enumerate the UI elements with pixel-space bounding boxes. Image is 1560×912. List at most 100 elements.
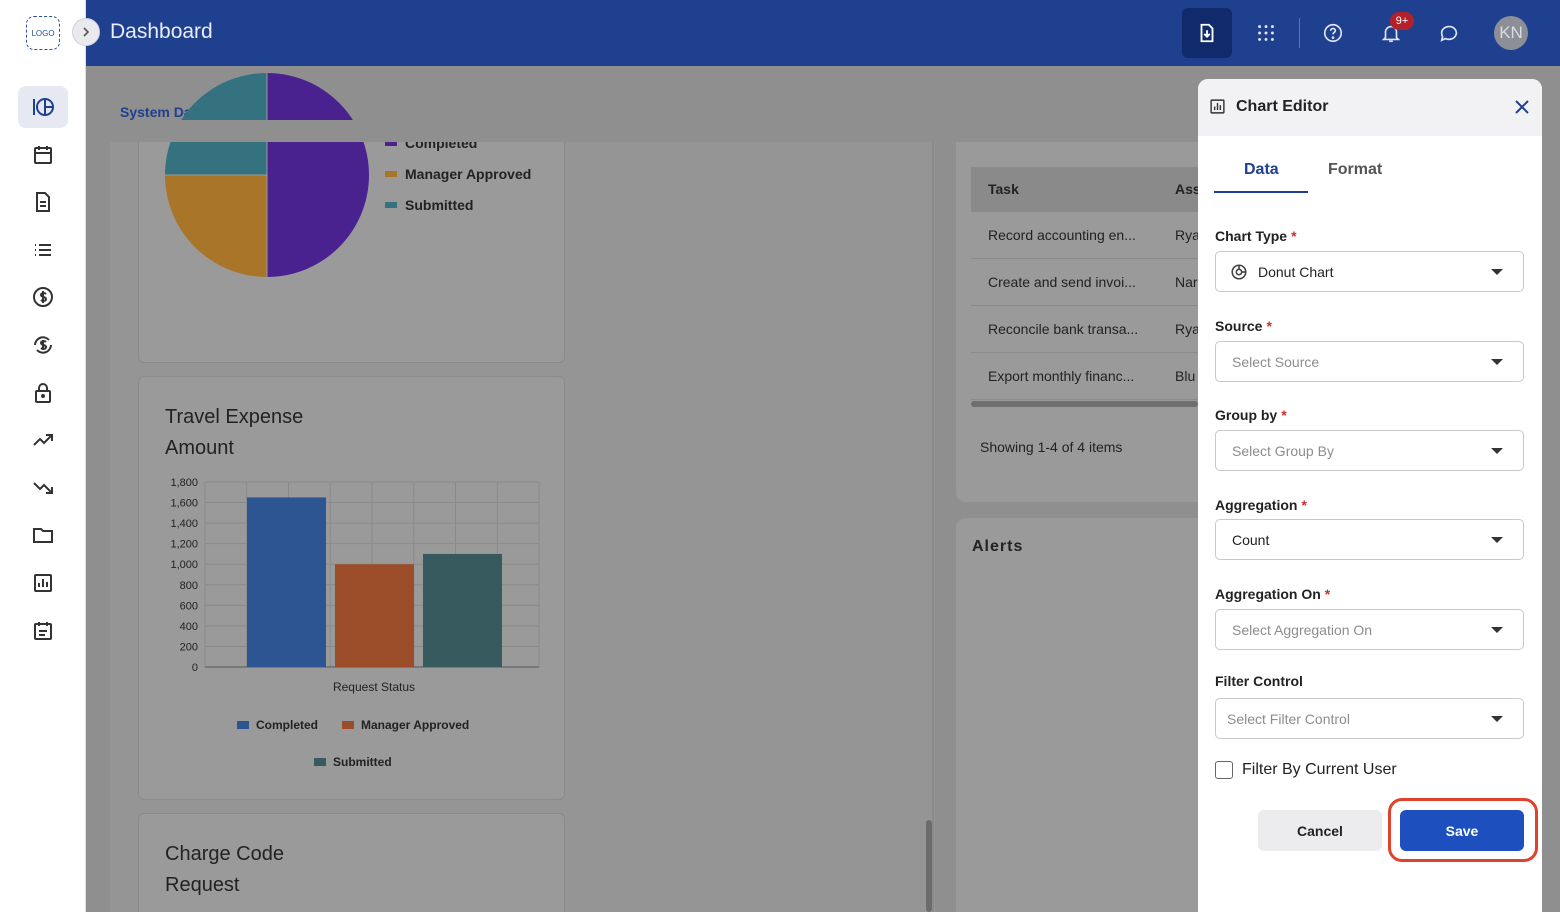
report-icon[interactable] bbox=[18, 562, 68, 604]
tab-format[interactable]: Format bbox=[1328, 161, 1382, 179]
exchange-icon[interactable] bbox=[18, 324, 68, 366]
lock-icon[interactable] bbox=[18, 372, 68, 414]
dashboard-icon[interactable] bbox=[18, 86, 68, 128]
column-divider bbox=[932, 142, 934, 912]
task-cell: Export monthly financ... bbox=[988, 368, 1135, 384]
label-text: Group by bbox=[1215, 407, 1278, 423]
legend-swatch bbox=[342, 721, 354, 729]
pie-slice-manager-approved[interactable] bbox=[165, 175, 267, 277]
required-marker: * bbox=[1266, 318, 1272, 334]
pie-legend-label: Submitted bbox=[405, 197, 474, 213]
caret-down-icon bbox=[1491, 716, 1503, 722]
download-button[interactable] bbox=[1182, 8, 1232, 58]
save-highlight-annotation bbox=[1388, 798, 1538, 862]
avatar[interactable]: KN bbox=[1494, 16, 1528, 50]
table-horizontal-scrollbar[interactable] bbox=[971, 401, 1198, 407]
folder-icon[interactable] bbox=[18, 514, 68, 556]
assignee-cell: Blu bbox=[1175, 368, 1196, 384]
help-icon bbox=[1323, 23, 1343, 43]
task-table-header: Task Ass bbox=[971, 167, 1201, 212]
nav-rail-items bbox=[18, 86, 68, 657]
bar-submitted bbox=[423, 553, 502, 667]
pie-chart bbox=[165, 73, 369, 277]
legend-swatch bbox=[314, 758, 326, 766]
alerts-card bbox=[956, 518, 1198, 912]
content-scrollbar[interactable] bbox=[926, 820, 932, 912]
y-tick-label: 1,000 bbox=[170, 559, 198, 571]
label-text: Source bbox=[1215, 318, 1263, 334]
filter-by-current-user-checkbox[interactable] bbox=[1215, 761, 1233, 779]
trending-down-icon[interactable] bbox=[18, 467, 68, 509]
column-header-task[interactable]: Task bbox=[988, 181, 1019, 197]
y-tick-label: 600 bbox=[180, 600, 198, 612]
top-bar: Dashboard 9+ KN bbox=[86, 0, 1560, 66]
task-cell: Record accounting en... bbox=[988, 227, 1136, 243]
assignee-cell: Rya bbox=[1175, 321, 1200, 337]
pie-legend-label: Manager Approved bbox=[405, 166, 532, 182]
caret-down-icon bbox=[1491, 269, 1503, 275]
aggregation-select[interactable]: Count bbox=[1215, 519, 1524, 560]
travel-card-title: Travel Expense Amount bbox=[165, 406, 304, 459]
pie-slice-completed[interactable] bbox=[267, 73, 369, 277]
pie-legend-manager-approved: Manager Approved bbox=[385, 166, 531, 182]
chat-button[interactable] bbox=[1424, 8, 1474, 58]
x-axis-label: Request Status bbox=[333, 680, 415, 694]
table-row[interactable]: Record accounting en... Rya bbox=[971, 212, 1200, 259]
y-tick-label: 0 bbox=[192, 662, 198, 674]
aggregation-on-select[interactable]: Select Aggregation On bbox=[1215, 609, 1524, 650]
label-text: Chart Type bbox=[1215, 228, 1288, 244]
download-icon bbox=[1200, 23, 1214, 43]
caret-down-icon bbox=[1491, 448, 1503, 454]
filter-control-select[interactable]: Select Filter Control bbox=[1215, 698, 1524, 739]
legend-swatch bbox=[237, 721, 249, 729]
nav-rail: LOGO bbox=[0, 0, 86, 912]
list-icon[interactable] bbox=[18, 229, 68, 271]
aggregation-on-placeholder: Select Aggregation On bbox=[1232, 622, 1373, 638]
document-icon[interactable] bbox=[18, 181, 68, 223]
header-divider bbox=[1299, 18, 1300, 48]
source-select[interactable]: Select Source bbox=[1215, 341, 1524, 382]
close-icon[interactable] bbox=[1512, 97, 1532, 117]
donut-chart-icon bbox=[1231, 264, 1247, 280]
y-tick-label: 200 bbox=[180, 641, 198, 653]
group-by-select[interactable]: Select Group By bbox=[1215, 430, 1524, 471]
logo: LOGO bbox=[26, 16, 60, 50]
cancel-button[interactable]: Cancel bbox=[1258, 810, 1382, 851]
aggregation-value: Count bbox=[1232, 532, 1270, 548]
schedule-icon[interactable] bbox=[18, 610, 68, 652]
tab-data[interactable]: Data bbox=[1244, 161, 1279, 179]
chart-type-label: Chart Type * bbox=[1215, 228, 1297, 244]
active-tab-indicator bbox=[1214, 191, 1308, 193]
dollar-icon[interactable] bbox=[18, 276, 68, 318]
bar-chart: 0 200 400 600 800 1,000 1,200 1,400 1,600 1,800 Re… bbox=[170, 477, 540, 769]
travel-expense-card: Travel Expense Amount 0 200 400 600 800 1,000… bbox=[138, 376, 565, 800]
legend-label: Submitted bbox=[333, 755, 392, 769]
y-tick-label: 1,200 bbox=[170, 539, 198, 551]
apps-grid-icon bbox=[1258, 25, 1274, 41]
notification-badge: 9+ bbox=[1390, 12, 1414, 30]
caret-down-icon bbox=[1491, 537, 1503, 543]
table-row[interactable]: Create and send invoi... Nar bbox=[971, 259, 1198, 306]
table-row[interactable]: Reconcile bank transa... Rya bbox=[971, 306, 1200, 353]
apps-button[interactable] bbox=[1241, 8, 1291, 58]
column-header-assignee[interactable]: Ass bbox=[1175, 181, 1201, 197]
chart-type-select[interactable]: Donut Chart bbox=[1215, 251, 1524, 292]
y-tick-label: 1,600 bbox=[170, 498, 198, 510]
required-marker: * bbox=[1281, 407, 1287, 423]
assignee-cell: Nar bbox=[1175, 274, 1198, 290]
table-row[interactable]: Export monthly financ... Blu bbox=[971, 353, 1198, 400]
expand-rail-button[interactable] bbox=[72, 18, 100, 46]
trending-up-icon[interactable] bbox=[18, 419, 68, 461]
aggregation-on-label: Aggregation On * bbox=[1215, 586, 1330, 602]
notifications-button[interactable]: 9+ bbox=[1366, 8, 1416, 58]
label-text: Aggregation bbox=[1215, 497, 1298, 513]
pie-chart-card bbox=[138, 73, 565, 363]
calendar-icon[interactable] bbox=[18, 134, 68, 176]
chart-editor-title: Chart Editor bbox=[1236, 98, 1329, 115]
chat-icon bbox=[1440, 25, 1458, 42]
filter-by-current-user-label[interactable]: Filter By Current User bbox=[1242, 761, 1397, 779]
chevron-right-icon bbox=[83, 27, 90, 37]
bar-completed bbox=[247, 497, 326, 667]
help-button[interactable] bbox=[1308, 8, 1358, 58]
required-marker: * bbox=[1291, 228, 1297, 244]
